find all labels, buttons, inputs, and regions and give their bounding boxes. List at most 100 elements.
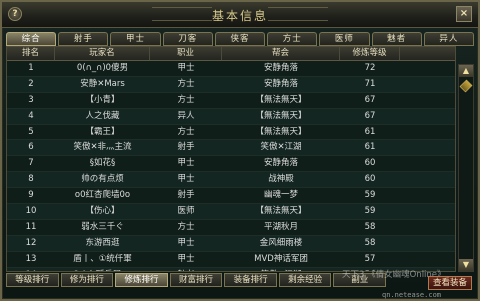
cell-guild: 安静角落 [263,158,298,169]
cell-guild: 安静角落 [263,78,298,89]
cell-level: 61 [364,126,376,137]
view-equipment-button[interactable]: 查看装备 [428,276,472,290]
cell-class: 甲士 [177,237,195,248]
tab-charmer[interactable]: 魅者 [371,32,422,46]
table-row[interactable]: 5 【霸王】 方士 【無法無天】 61 [7,125,455,141]
table-row[interactable]: 1 0(∩_∩)0傻男 甲士 安静角落 72 [7,61,455,77]
cell-class: 甲士 [177,253,195,264]
cell-level: 60 [364,174,376,185]
cell-player: 笑傲✕非灬主流 [73,142,132,153]
cell-level: 72 [364,63,376,73]
table-row[interactable]: 10 【伤心】 医师 【無法無天】 59 [7,204,455,220]
table-row[interactable]: 6 笑傲✕非灬主流 射手 笑傲✕江湖 61 [7,140,455,157]
cell-level: 57 [364,253,376,264]
class-tabs: 综合 射手 甲士 刀客 侠客 方士 医师 魅者 异人 [6,32,474,46]
cell-class: 异人 [177,110,195,121]
table-row[interactable]: 3 【小青】 方士 【無法無天】 67 [7,93,455,109]
window-title: 基本信息 [211,9,268,23]
cell-class: 方士 [177,78,195,89]
cell-rank: 14 [7,268,55,271]
cell-filler [400,109,455,124]
cell-guild: 【無法無天】 [255,206,307,217]
table-row[interactable]: 12 东游西逛 甲士 金风细雨楼 58 [7,235,455,252]
tab-wealth-ranking[interactable]: 财富排行 [169,273,223,287]
cell-guild: 安静角落 [263,63,298,73]
cell-filler [400,220,455,235]
cell-filler [400,61,455,76]
table-row[interactable]: 9 o0红杏爬墙0o 射手 幽魂一梦 59 [7,188,455,205]
ranking-table: 排名 玩家名 职业 帮会 修炼等级 1 0(∩_∩)0傻男 甲士 安静角落 72 2 安静✕… [6,46,456,272]
cell-filler [400,252,455,267]
cell-player: 人之伐藏 [85,110,120,121]
table-header: 排名 玩家名 职业 帮会 修炼等级 [7,47,455,61]
scroll-thumb[interactable] [459,79,473,93]
table-row[interactable]: 11 弱水三千ぐ 方士 平湖秋月 58 [7,220,455,236]
table-row[interactable]: 4 人之伐藏 异人 【無法無天】 67 [7,108,455,125]
cell-class: 方士 [177,94,195,105]
tab-knight[interactable]: 侠客 [214,32,266,46]
tab-cultivation-ranking[interactable]: 修为排行 [60,273,114,287]
cell-class: 方士 [177,221,195,232]
cell-player: 【伤心】 [85,206,120,217]
tab-healer[interactable]: 医师 [319,32,370,46]
title-bar[interactable]: ? 基本信息 × [2,2,478,28]
cell-rank: 10 [25,206,37,217]
tab-warrior[interactable]: 甲士 [110,32,161,46]
cell-player: 弱水三千ぐ [81,221,124,232]
cell-rank: 13 [25,253,37,264]
cell-guild: 【無法無天】 [255,110,307,121]
cell-rank: 6 [28,142,34,153]
table-row[interactable]: 7 §如花§ 甲士 安静角落 60 [7,156,455,173]
header-level[interactable]: 修炼等级 [340,47,400,60]
cell-filler [400,156,455,171]
tab-shaman[interactable]: 异人 [423,32,474,46]
tab-archer[interactable]: 射手 [58,32,109,46]
cell-level: 59 [364,206,376,217]
cell-rank: 2 [28,78,34,89]
scroll-down-button[interactable]: ▼ [459,259,473,271]
cell-player: o0红杏爬墙0o [74,190,131,201]
cell-guild: 笑傲✕江湖 [260,142,302,153]
cell-player: 【小青】 [85,94,120,105]
tab-equipment-ranking[interactable]: 装备排行 [224,273,277,287]
header-player[interactable]: 玩家名 [55,47,150,60]
cell-player: 帅の有点烦 [81,174,124,185]
title-ornament-right [268,7,328,21]
close-button[interactable]: × [456,6,472,22]
table-row[interactable]: 8 帅の有点烦 甲士 战神殿 60 [7,172,455,189]
scroll-up-button[interactable]: ▲ [459,65,473,77]
cell-level: 60 [364,158,376,169]
cell-level: 61 [364,142,376,153]
header-filler [400,47,455,60]
info-window: ? 基本信息 × 综合 射手 甲士 刀客 侠客 方士 医师 魅者 异人 排名 玩… [0,0,480,301]
table-row[interactable]: 2 安静✕Mars 方士 安静角落 71 [7,76,455,93]
tab-training-ranking[interactable]: 修炼排行 [115,273,168,287]
tab-remaining-exp[interactable]: 剩余经验 [278,273,332,287]
cell-level: 67 [364,110,376,121]
cell-rank: 4 [28,110,34,121]
cell-guild: 【無法無天】 [255,126,307,137]
cell-guild: 战神殿 [268,174,294,185]
tab-level-ranking[interactable]: 等级排行 [6,273,59,287]
cell-class: 方士 [177,126,195,137]
tab-all[interactable]: 综合 [6,32,57,46]
cell-filler [400,188,455,203]
cell-filler [400,125,455,140]
cell-rank: 11 [25,221,37,232]
cell-player: 8く么隱兵器σκ [55,268,150,271]
scrollbar[interactable]: ▲ ▼ [458,64,474,272]
cell-class: 射手 [177,142,195,153]
table-row[interactable]: 13 盾丨、①统仟軍 甲士 MVD神话军团 57 [7,252,455,268]
cell-guild: 笑傲✕江湖 [222,268,340,271]
cell-guild: 平湖秋月 [263,221,298,232]
header-class[interactable]: 职业 [150,47,222,60]
header-rank[interactable]: 排名 [7,47,55,60]
header-guild[interactable]: 帮会 [222,47,340,60]
cell-player: 0(∩_∩)0傻男 [76,63,129,73]
cell-player: 东游西逛 [85,237,120,248]
cell-class: 魅者 [150,268,222,271]
tab-blade[interactable]: 刀客 [162,32,213,46]
tab-mage[interactable]: 方士 [267,32,318,46]
cell-player: 安静✕Mars [80,78,125,89]
cell-rank: 3 [28,94,34,105]
